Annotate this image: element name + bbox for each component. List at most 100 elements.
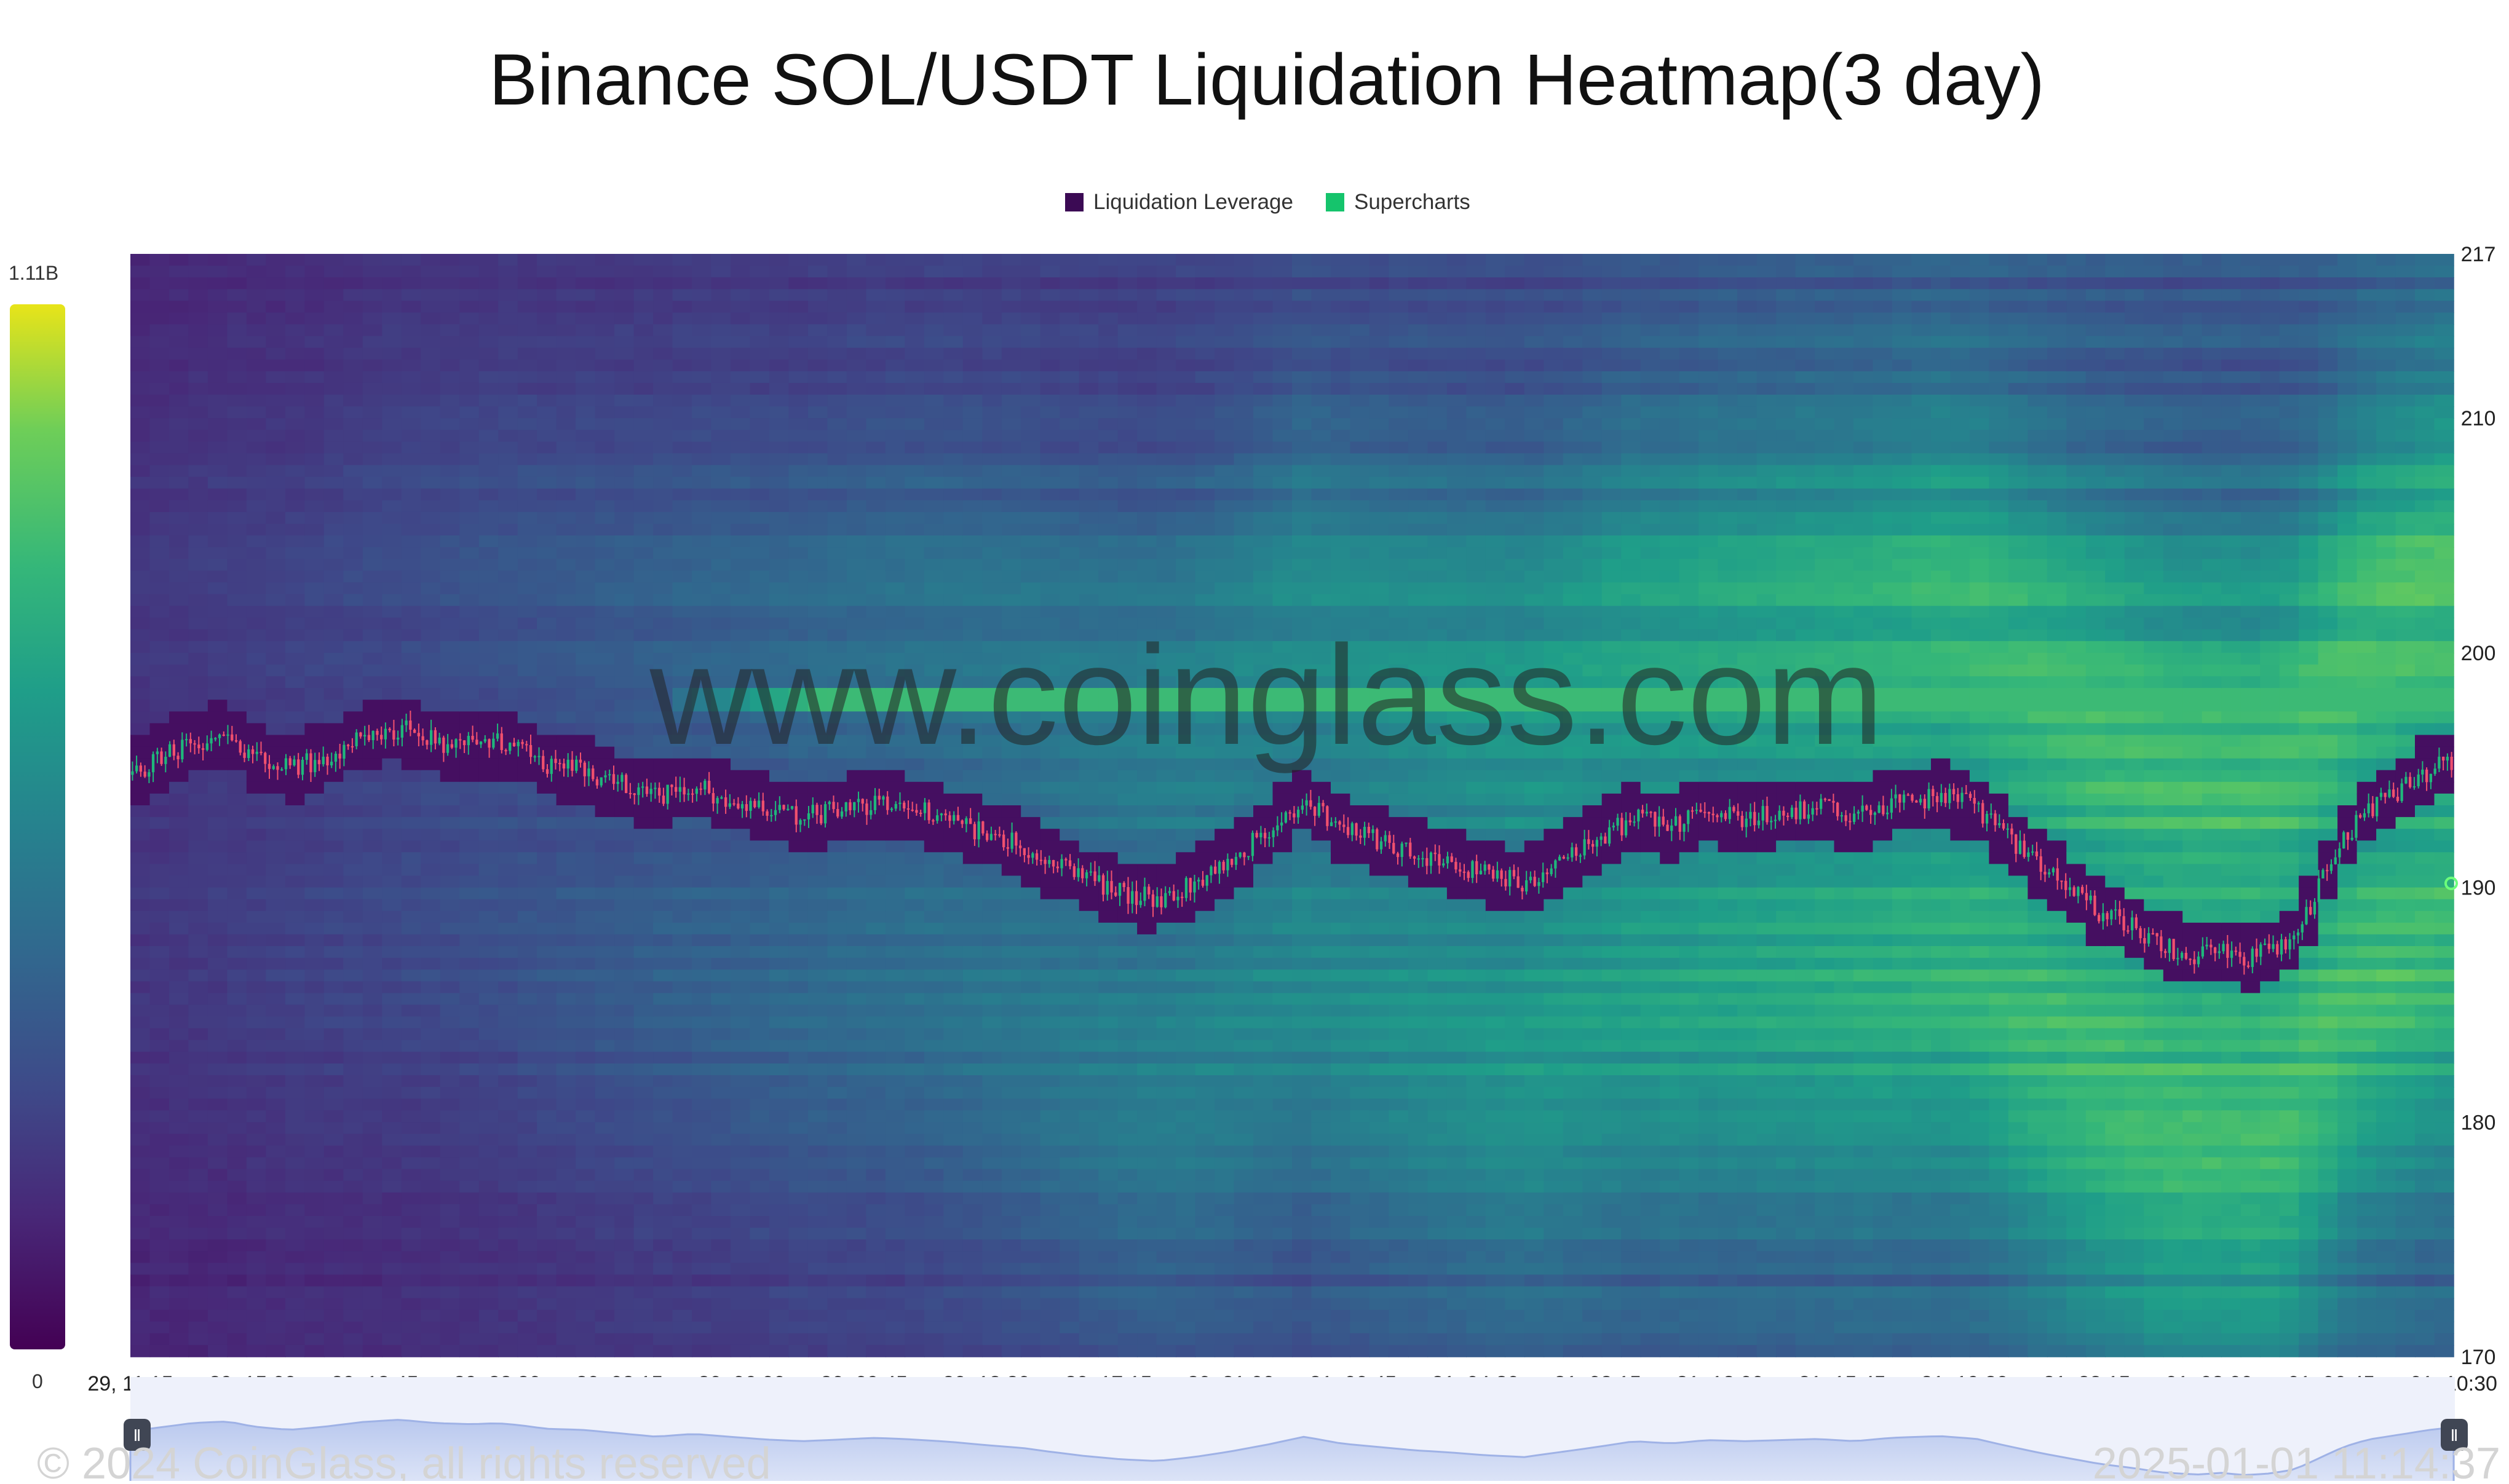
heatmap-cell: [149, 617, 170, 630]
heatmap-cell: [266, 688, 286, 700]
heatmap-cell: [885, 547, 906, 559]
heatmap-cell: [846, 887, 867, 900]
heatmap-cell: [285, 336, 306, 349]
heatmap-cell: [498, 934, 518, 947]
heatmap-cell: [459, 617, 480, 630]
heatmap-cell: [595, 1099, 615, 1111]
heatmap-cell: [1137, 840, 1157, 853]
heatmap-cell: [846, 817, 867, 829]
heatmap-cell: [343, 582, 363, 595]
heatmap-cell: [556, 946, 576, 958]
heatmap-cell: [207, 430, 228, 443]
heatmap-cell: [924, 277, 945, 290]
heatmap-cell: [1079, 1169, 1099, 1182]
heatmap-cell: [323, 441, 344, 454]
heatmap-cell: [866, 852, 886, 865]
heatmap-cell: [149, 1309, 170, 1322]
heatmap-cell: [459, 347, 480, 360]
heatmap-cell: [731, 1344, 751, 1357]
heatmap-cell: [1021, 254, 1041, 266]
heatmap-cell: [149, 781, 170, 794]
heatmap-cell: [459, 535, 480, 548]
heatmap-cell: [421, 969, 441, 982]
heatmap-cell: [478, 1028, 499, 1041]
heatmap-cell: [537, 511, 557, 524]
heatmap-cell: [421, 1169, 441, 1182]
heatmap-cell: [323, 266, 344, 278]
heatmap-cell: [517, 453, 537, 466]
heatmap-cell: [769, 1016, 790, 1029]
heatmap-cell: [672, 488, 692, 501]
heatmap-cell: [905, 524, 925, 536]
heatmap-cell: [246, 1099, 267, 1111]
heatmap-cell: [1098, 359, 1119, 372]
heatmap-cell: [924, 301, 945, 314]
heatmap-cell: [653, 1051, 673, 1064]
heatmap-cell: [731, 453, 751, 466]
heatmap-plot[interactable]: [130, 254, 2454, 1357]
heatmap-cell: [866, 266, 886, 278]
heatmap-cell: [1001, 382, 1022, 395]
heatmap-cell: [227, 641, 247, 653]
legend-item-supercharts[interactable]: Supercharts: [1326, 190, 1470, 214]
heatmap-cell: [962, 266, 983, 278]
heatmap-cell: [207, 465, 228, 478]
heatmap-cell: [130, 864, 151, 877]
heatmap-cell: [905, 1274, 925, 1287]
heatmap-cell: [1040, 805, 1060, 818]
heatmap-cell: [401, 1122, 422, 1135]
heatmap-cell: [807, 840, 828, 853]
heatmap-cell: [323, 301, 344, 314]
heatmap-cell: [1040, 946, 1060, 958]
heatmap-cell: [576, 1344, 596, 1357]
heatmap-cell: [653, 1063, 673, 1076]
heatmap-cell: [440, 1134, 460, 1147]
heatmap-cell: [672, 594, 692, 607]
heatmap-cell: [227, 711, 247, 724]
heatmap-cell: [478, 1216, 499, 1228]
heatmap-cell: [421, 758, 441, 771]
heatmap-cell: [1021, 1180, 1041, 1193]
heatmap-cell: [304, 922, 325, 935]
heatmap-cell: [866, 324, 886, 337]
heatmap-cell: [266, 922, 286, 935]
heatmap-cell: [169, 981, 189, 994]
heatmap-cell: [130, 266, 151, 278]
heatmap-cell: [421, 1087, 441, 1099]
heatmap-cell: [711, 910, 731, 923]
heatmap-cell: [1117, 805, 1138, 818]
heatmap-cell: [498, 289, 518, 302]
heatmap-cell: [1137, 1274, 1157, 1287]
heatmap-cell: [440, 277, 460, 290]
heatmap-cell: [498, 1263, 518, 1276]
heatmap-cell: [866, 1274, 886, 1287]
heatmap-cell: [227, 594, 247, 607]
heatmap-cell: [769, 875, 790, 888]
heatmap-cell: [1098, 840, 1119, 853]
legend-item-liquidation-leverage[interactable]: Liquidation Leverage: [1065, 190, 1293, 214]
heatmap-cell: [537, 336, 557, 349]
heatmap-cell: [266, 500, 286, 513]
heatmap-cell: [207, 336, 228, 349]
heatmap-cell: [285, 711, 306, 724]
chart-title: Binance SOL/USDT Liquidation Heatmap(3 d…: [489, 39, 2045, 120]
heatmap-cell: [788, 852, 809, 865]
heatmap-cell: [846, 570, 867, 583]
heatmap-cell: [440, 1145, 460, 1158]
heatmap-cell: [130, 430, 151, 443]
heatmap-cell: [1117, 594, 1138, 607]
heatmap-cell: [401, 266, 422, 278]
heatmap-cell: [149, 1180, 170, 1193]
heatmap-cell: [517, 805, 537, 818]
heatmap-cell: [382, 652, 402, 665]
heatmap-cell: [788, 1333, 809, 1346]
heatmap-cell: [478, 711, 499, 724]
heatmap-cell: [440, 441, 460, 454]
heatmap-cell: [711, 1333, 731, 1346]
heatmap-cell: [1021, 1321, 1041, 1334]
heatmap-cell: [1021, 922, 1041, 935]
heatmap-cell: [1137, 1087, 1157, 1099]
heatmap-cell: [401, 922, 422, 935]
heatmap-cell: [556, 1321, 576, 1334]
heatmap-cell: [866, 1344, 886, 1357]
